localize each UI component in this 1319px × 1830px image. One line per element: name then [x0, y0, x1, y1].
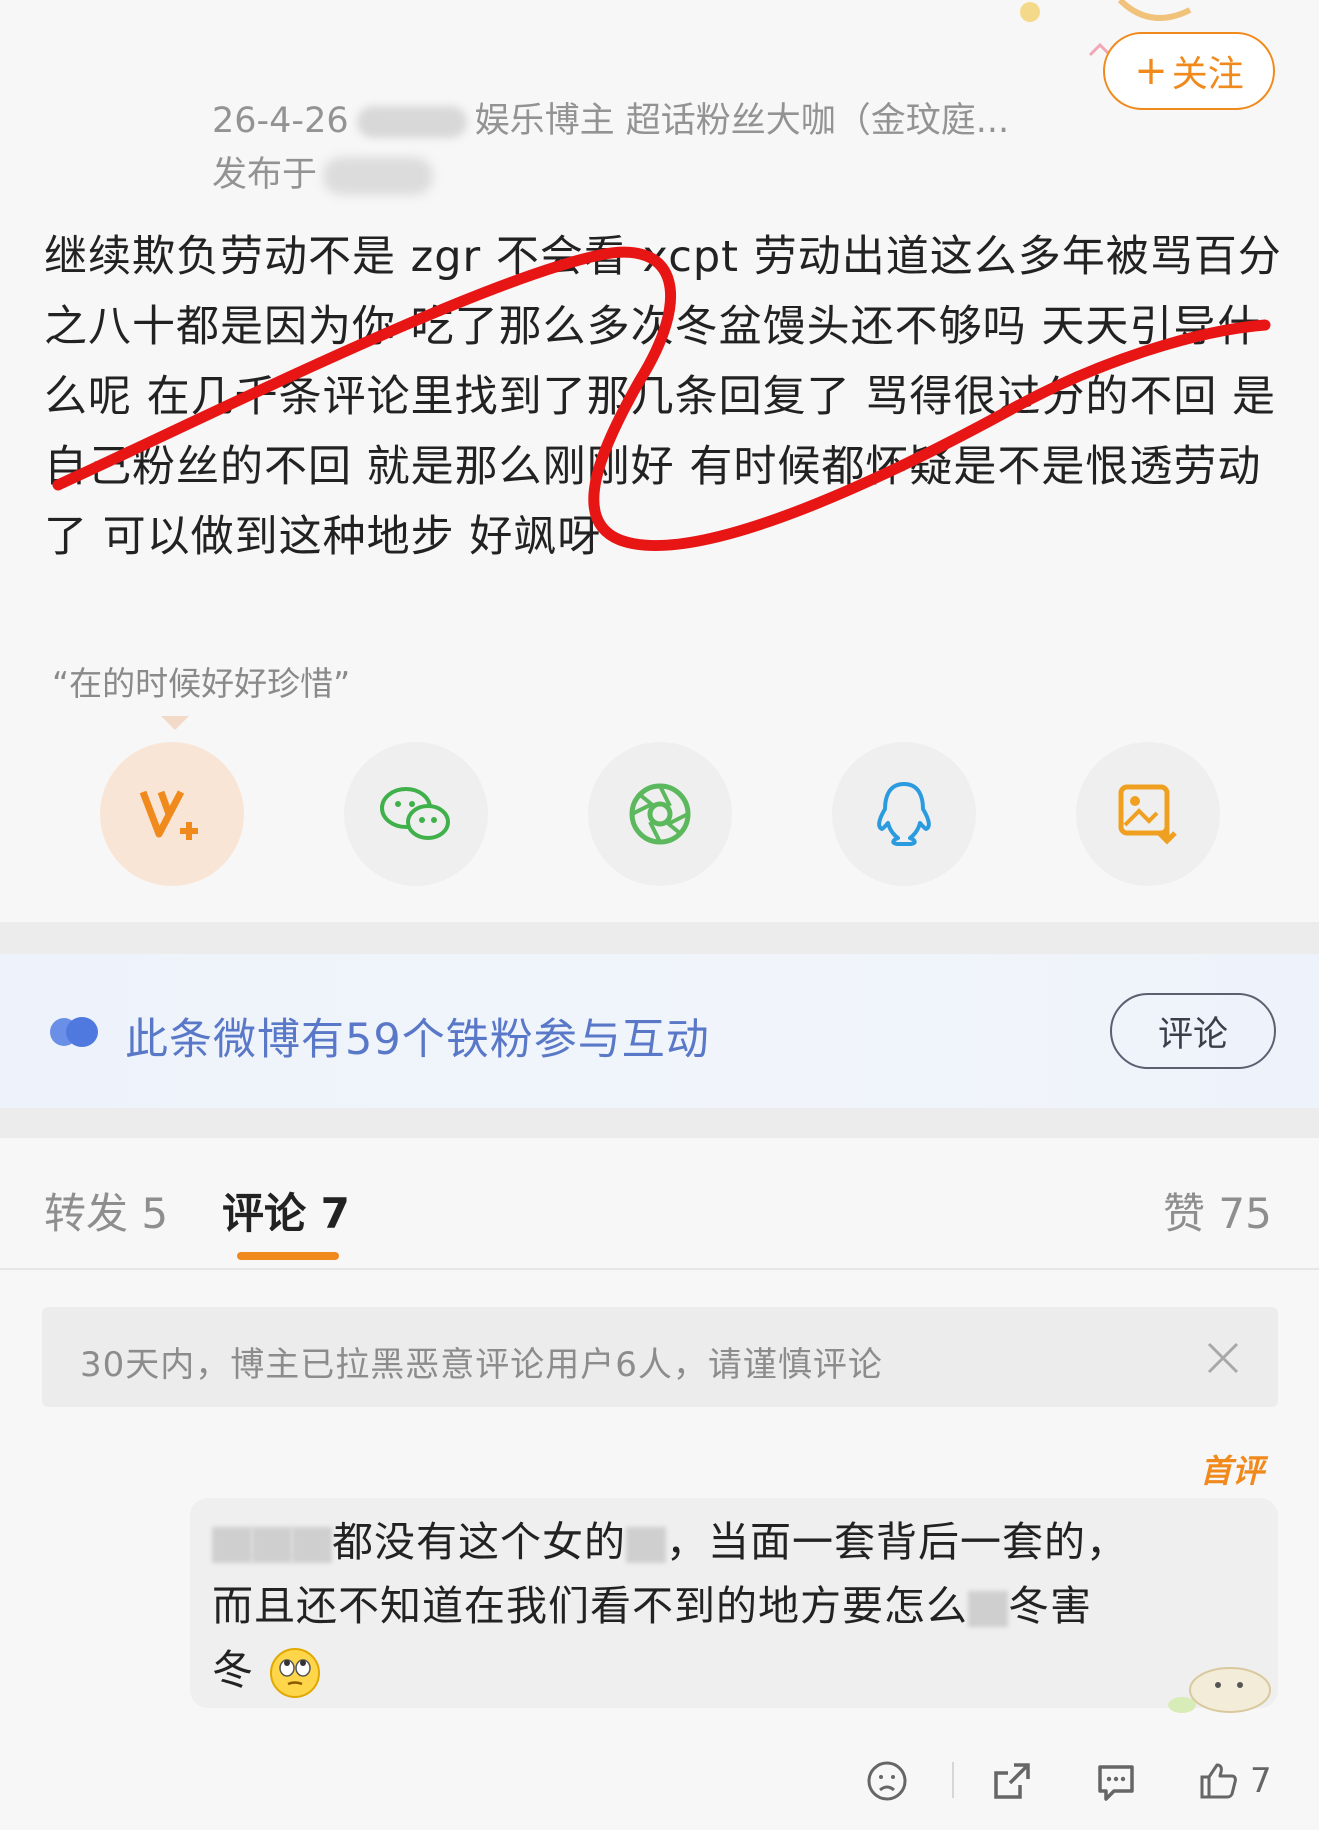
- like-button[interactable]: 7: [1196, 1746, 1272, 1816]
- share-row: [100, 742, 1220, 887]
- published-label: 发布于: [212, 155, 318, 195]
- eye-roll-emoji-icon: [270, 1648, 321, 1698]
- dislike-button[interactable]: [866, 1746, 908, 1816]
- close-icon[interactable]: [1203, 1338, 1243, 1378]
- quote-text: “在的时候好好珍惜”: [52, 664, 351, 703]
- comment-icon: [1098, 1765, 1134, 1801]
- plus-icon: +: [1134, 48, 1168, 94]
- share-qq-button[interactable]: [832, 742, 976, 886]
- share-comment-button[interactable]: [990, 1746, 1034, 1816]
- share-icon: [994, 1763, 1030, 1799]
- comment-text: 都没有这个女的 ，当面一套背后一套的， 而且还不知道在我们看不到的地方要怎么 冬害 …: [212, 1510, 1252, 1702]
- comment-text-line2: 而且还不知道在我们看不到的地方要怎么: [212, 1582, 968, 1630]
- comment-text-line2-end: 冬害: [1008, 1582, 1092, 1630]
- censored-mosaic: [292, 1527, 332, 1563]
- share-wechat-button[interactable]: [344, 742, 488, 886]
- selected-indicator: [161, 716, 189, 730]
- comment-text-part1: 都没有这个女的: [332, 1518, 626, 1566]
- decorative-sticker: [1168, 1667, 1271, 1713]
- censored-mosaic: [626, 1527, 666, 1563]
- tab-comments[interactable]: 评论 7: [222, 1180, 350, 1241]
- reply-button[interactable]: [1094, 1746, 1138, 1816]
- post-meta: 26-4-26 娱乐博主 超话粉丝大咖（金玟庭...: [212, 92, 1009, 143]
- notice-text: 30天内，博主已拉黑恶意评论用户6人，请谨慎评论: [80, 1345, 883, 1385]
- action-divider: [952, 1762, 954, 1798]
- comment-text-part2: ，当面一套背后一套的，: [666, 1518, 1128, 1566]
- save-image-button[interactable]: [1076, 742, 1220, 886]
- first-comment-badge: 首评: [1200, 1452, 1265, 1490]
- frown-face-icon: [867, 1761, 907, 1801]
- blogger-tags: 娱乐博主 超话粉丝大咖（金玟庭...: [474, 101, 1010, 141]
- follow-label: 关注: [1171, 54, 1244, 95]
- blurred-time: [356, 106, 467, 138]
- weibo-vplus-icon: [139, 790, 198, 840]
- censored-mosaic: [212, 1527, 252, 1563]
- censored-mosaic: [252, 1527, 292, 1563]
- comment-button[interactable]: 评论: [1110, 993, 1276, 1069]
- tabs-divider: [0, 1268, 1319, 1270]
- thumbs-up-icon: [1200, 1763, 1237, 1799]
- active-tab-indicator: [237, 1252, 339, 1260]
- section-divider: [0, 1108, 1319, 1138]
- section-divider: [0, 922, 1319, 954]
- moments-icon: [629, 783, 691, 845]
- qq-icon: [877, 782, 931, 846]
- comment-action-bar: 7: [0, 1746, 1319, 1816]
- fans-interaction-text[interactable]: 此条微博有59个铁粉参与互动: [125, 1005, 710, 1067]
- censored-mosaic: [968, 1591, 1008, 1627]
- follow-button[interactable]: + 关注: [1103, 32, 1275, 110]
- save-image-icon: [1118, 784, 1177, 845]
- tab-likes[interactable]: 赞 75: [1163, 1180, 1272, 1241]
- blurred-location: [323, 157, 434, 195]
- published-from: 发布于: [212, 146, 434, 197]
- comment-text-line3: 冬: [212, 1646, 254, 1694]
- share-weibo-button[interactable]: [100, 742, 244, 886]
- tab-repost[interactable]: 转发 5: [44, 1180, 168, 1241]
- post-text: 继续欺负劳动不是 zgr 不会看 xcpt 劳动出道这么多年被骂百分之八十都是因…: [44, 232, 1282, 562]
- like-count: 7: [1250, 1761, 1272, 1801]
- fans-interaction-icon: [50, 1017, 98, 1047]
- share-moments-button[interactable]: [588, 742, 732, 886]
- post-date: 26-4-26: [212, 101, 349, 141]
- wechat-icon: [380, 787, 450, 840]
